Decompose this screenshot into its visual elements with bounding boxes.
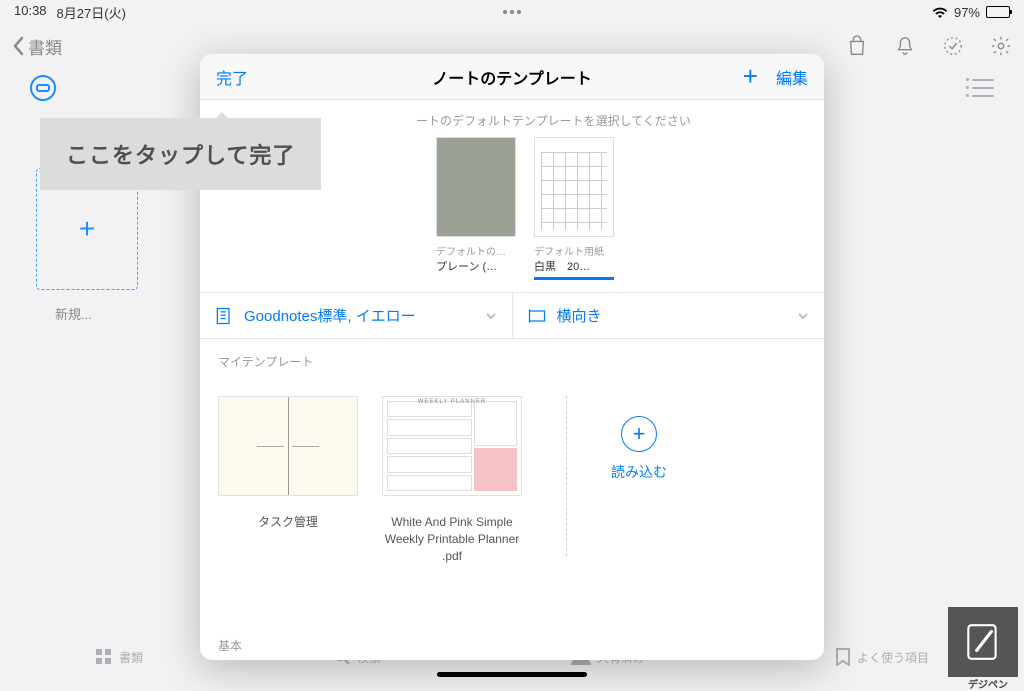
new-document-label: 新規... <box>55 304 92 323</box>
template-name: タスク管理 <box>218 514 358 531</box>
status-bar: 10:38 8月27日(火) 97% <box>0 0 1024 24</box>
thumb-subcaption: プレーン (… <box>436 258 516 274</box>
watermark-label: デジペン <box>968 676 1008 691</box>
annotation-callout: ここをタップして完了 <box>40 118 321 190</box>
modal-header: 完了 ノートのテンプレート + 編集 <box>200 54 824 100</box>
filter-label: Goodnotes標準, イエロー <box>244 305 416 326</box>
home-indicator[interactable] <box>437 672 587 677</box>
checkmark-dashed-circle-icon[interactable] <box>942 35 964 57</box>
template-task-management[interactable]: タスク管理 <box>218 396 358 531</box>
plus-circle-icon: + <box>621 416 657 452</box>
chevron-down-icon <box>484 309 498 323</box>
tab-label: 書類 <box>119 649 143 666</box>
basic-label: 基本 <box>200 623 824 660</box>
template-weekly-planner[interactable]: WEEKLY PLANNER White And Pink Simple Wee… <box>382 396 522 564</box>
plus-icon: + <box>79 213 95 245</box>
modal-title: ノートのテンプレート <box>432 65 592 89</box>
battery-pct: 97% <box>954 5 980 20</box>
status-date: 8月27日(火) <box>57 3 126 22</box>
template-thumb <box>218 396 358 496</box>
divider <box>566 396 567 556</box>
default-hint: ートのデフォルトテンプレートを選択してください <box>416 112 808 129</box>
import-template[interactable]: + 読み込む <box>611 396 667 482</box>
bell-icon[interactable] <box>894 35 916 57</box>
template-name: White And Pink Simple Weekly Printable P… <box>382 514 522 564</box>
plain-cover-thumb <box>436 137 516 237</box>
selected-indicator <box>534 277 614 280</box>
list-view-icon[interactable] <box>972 79 994 97</box>
tablet-pen-icon <box>962 621 1004 663</box>
paper-style-dropdown[interactable]: Goodnotes標準, イエロー <box>200 293 513 338</box>
orientation-icon <box>527 306 547 326</box>
watermark <box>948 607 1018 677</box>
import-label: 読み込む <box>611 462 667 482</box>
my-templates-label: マイテンプレート <box>200 339 824 376</box>
chevron-left-icon <box>12 36 24 56</box>
back-button[interactable]: 書類 <box>12 34 62 59</box>
shopping-bag-icon[interactable] <box>846 35 868 57</box>
edit-button[interactable]: 編集 <box>776 65 808 89</box>
grid-icon <box>95 648 113 666</box>
bookmark-icon <box>835 648 851 666</box>
gear-icon[interactable] <box>990 35 1012 57</box>
templates-row: タスク管理 WEEKLY PLANNER White And Pink Simp… <box>200 376 824 564</box>
thumb-caption: デフォルトの… <box>436 243 516 258</box>
orientation-dropdown[interactable]: 横向き <box>513 293 825 338</box>
thumb-subcaption: 白黒 20… <box>534 258 614 274</box>
paper-icon <box>214 306 234 326</box>
tab-label: よく使う項目 <box>857 649 929 666</box>
template-thumb: WEEKLY PLANNER <box>382 396 522 496</box>
filter-label: 横向き <box>557 305 602 326</box>
view-mode-icon[interactable] <box>30 75 56 101</box>
done-button[interactable]: 完了 <box>216 65 248 89</box>
default-template-plain[interactable]: デフォルトの… プレーン (… <box>436 137 516 280</box>
wifi-icon <box>932 6 948 18</box>
grid-cover-thumb <box>534 137 614 237</box>
multitask-dots-icon[interactable] <box>503 10 521 14</box>
tab-favorites[interactable]: よく使う項目 <box>835 648 929 666</box>
default-template-grid[interactable]: デフォルト用紙 白黒 20… <box>534 137 614 280</box>
add-template-button[interactable]: + <box>743 61 758 92</box>
tab-documents[interactable]: 書類 <box>95 648 143 666</box>
thumb-caption: デフォルト用紙 <box>534 243 614 258</box>
chevron-down-icon <box>796 309 810 323</box>
back-label: 書類 <box>28 34 62 59</box>
battery-icon <box>986 6 1010 18</box>
filter-row: Goodnotes標準, イエロー 横向き <box>200 292 824 339</box>
status-time: 10:38 <box>14 3 47 22</box>
annotation-text: ここをタップして完了 <box>66 143 295 168</box>
